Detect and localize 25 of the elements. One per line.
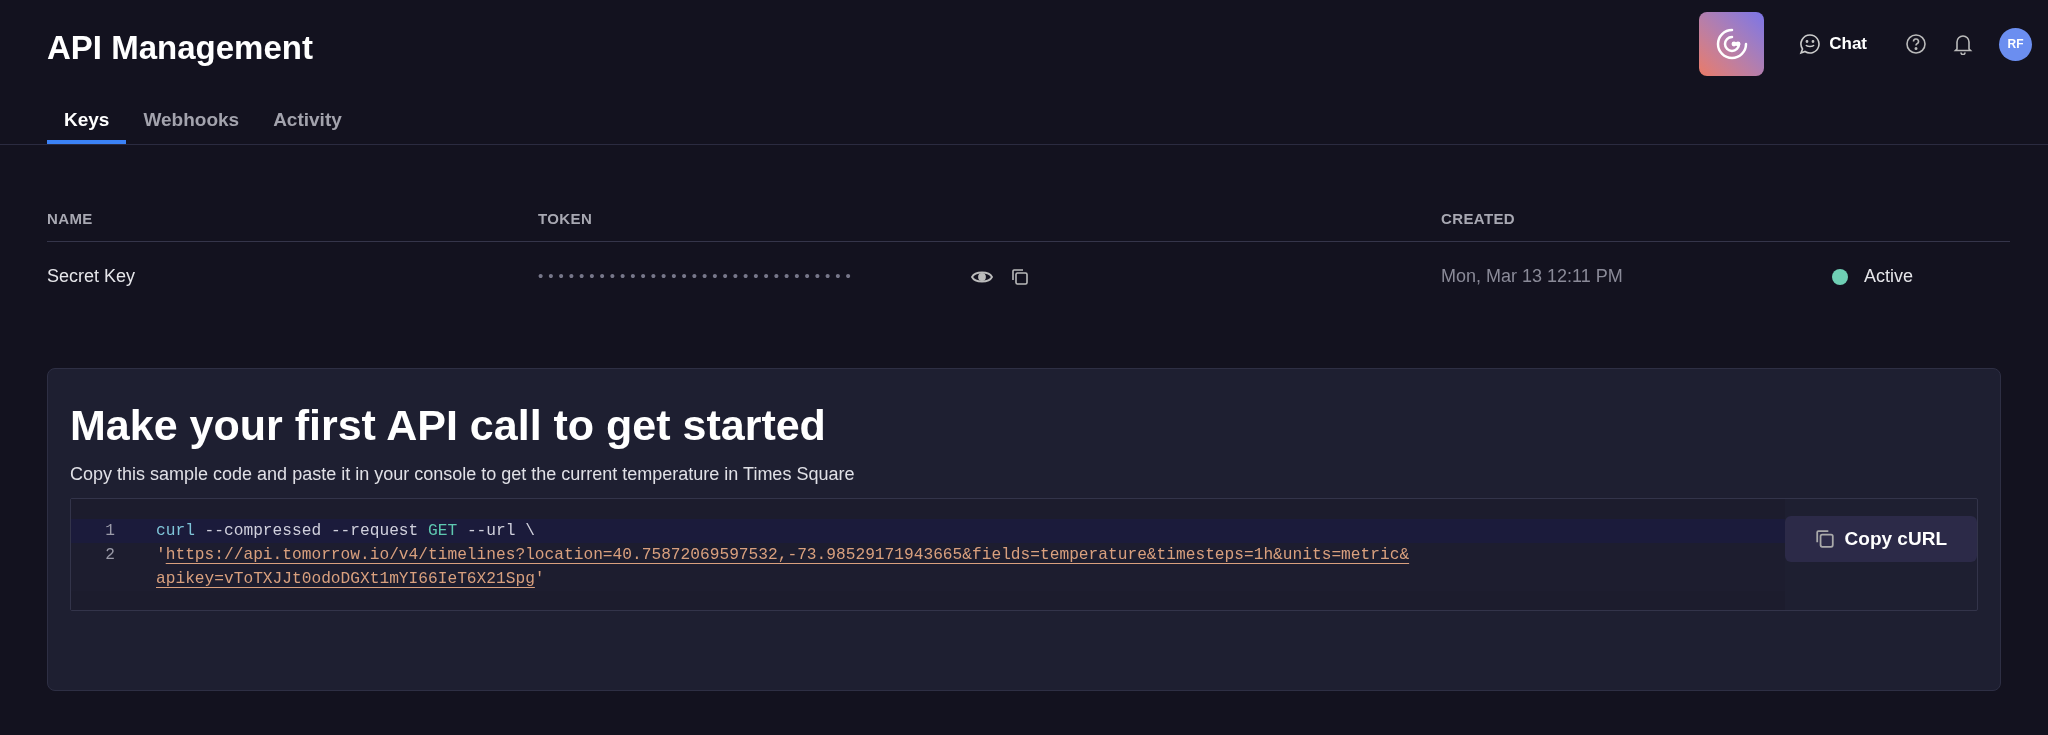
- card-description: Copy this sample code and paste it in your console to get the current temperature in Times Square: [70, 463, 856, 486]
- card-title: Make your first API call to get started: [70, 400, 827, 451]
- tab[interactable]: Activity: [256, 100, 359, 144]
- status-label: Active: [1864, 265, 1914, 288]
- copy-icon: [1814, 529, 1835, 549]
- tab[interactable]: Webhooks: [126, 100, 257, 144]
- page-title: API Management: [47, 28, 313, 68]
- line-number: 1: [104, 521, 116, 542]
- created-date: Mon, Mar 13 12:11 PM: [1441, 266, 1623, 286]
- key-name: Secret Key: [47, 266, 136, 286]
- chat-icon: [1799, 33, 1822, 55]
- column-header: TOKEN: [538, 210, 593, 227]
- code-line: curl --compressed --request GET --url \: [156, 521, 536, 542]
- app-logo[interactable]: [1699, 12, 1765, 76]
- notification-bell-icon[interactable]: [1953, 33, 1973, 55]
- column-header: CREATED: [1441, 210, 1515, 227]
- column-header: NAME: [47, 210, 93, 227]
- masked-token: •••••••••••••••••••••••••••••••: [538, 266, 857, 287]
- help-icon[interactable]: [1905, 33, 1927, 55]
- copy-icon[interactable]: [1011, 267, 1029, 286]
- line-number: 2: [104, 545, 116, 566]
- copy-curl-button[interactable]: Copy cURL: [1784, 516, 1977, 562]
- chat-button[interactable]: Chat: [1799, 31, 1867, 57]
- tab[interactable]: Keys: [47, 100, 127, 144]
- code-line: 'https://api.tomorrow.io/v4/timelines?location=40.75872069597532,-73.98529171943665&fields=temperature&timesteps=1h&units=metric&apikey=vToTXJJt0odoDGXt1mYI66IeT6X21Spg': [156, 545, 1410, 590]
